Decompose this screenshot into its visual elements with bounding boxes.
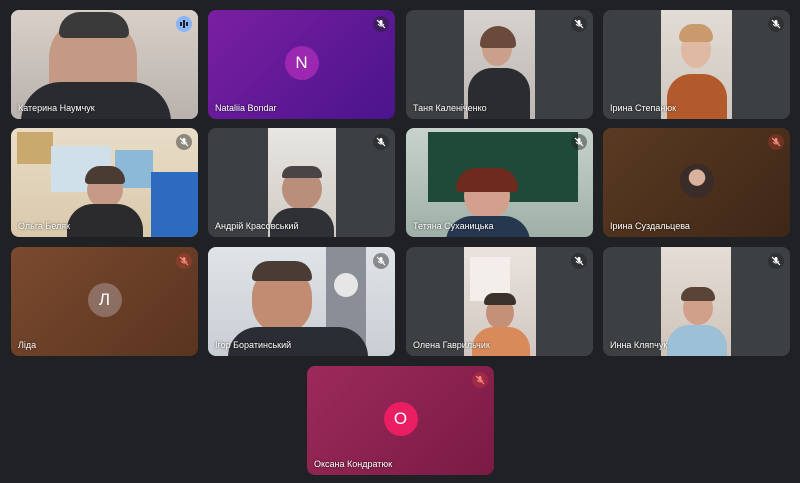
participant-tile[interactable]: Тетяна Суханицька: [406, 128, 593, 237]
avatar: О: [383, 401, 418, 436]
avatar: N: [284, 45, 319, 80]
video-feed: [661, 247, 731, 356]
participant-tile[interactable]: Олена Гаврильчик: [406, 247, 593, 356]
mic-off-icon: [571, 253, 587, 269]
mic-off-icon: [373, 16, 389, 32]
speaking-indicator-icon: [176, 16, 192, 32]
participant-name: Nataliia Bondar: [215, 103, 277, 113]
mic-off-icon: [768, 16, 784, 32]
mic-off-icon: [176, 134, 192, 150]
participant-tile[interactable]: Таня Каленіченко: [406, 10, 593, 119]
participant-name: Ігор Боратинський: [215, 340, 292, 350]
participant-name: Катерина Наумчук: [18, 103, 95, 113]
participant-name: Инна Кляпчук: [610, 340, 668, 350]
participant-name: Ліда: [18, 340, 37, 350]
mic-off-icon: [472, 372, 488, 388]
participant-tile[interactable]: Андрій Красовський: [208, 128, 395, 237]
participant-tile[interactable]: Катерина Наумчук: [11, 10, 198, 119]
participant-tile[interactable]: Ольга Беляк: [11, 128, 198, 237]
participant-name: Оксана Кондратюк: [314, 459, 393, 469]
participant-tile[interactable]: N Nataliia Bondar: [208, 10, 395, 119]
mic-off-icon: [176, 253, 192, 269]
mic-off-icon: [768, 134, 784, 150]
mic-off-icon: [571, 134, 587, 150]
avatar: Л: [87, 282, 122, 317]
avatar-photo: [679, 163, 714, 198]
participant-tile[interactable]: Инна Кляпчук: [603, 247, 790, 356]
participant-tile[interactable]: Л Ліда: [11, 247, 198, 356]
participant-tile[interactable]: Ірина Суздальцева: [603, 128, 790, 237]
mic-off-icon: [571, 16, 587, 32]
participant-tile[interactable]: Ірина Степанюк: [603, 10, 790, 119]
participant-tile[interactable]: О Оксана Кондратюк: [307, 366, 494, 475]
participant-name: Тетяна Суханицька: [413, 221, 494, 231]
participant-name: Олена Гаврильчик: [413, 340, 490, 350]
participant-name: Таня Каленіченко: [413, 103, 487, 113]
participant-name: Ірина Степанюк: [610, 103, 677, 113]
participant-tile[interactable]: Ігор Боратинський: [208, 247, 395, 356]
participant-name: Ірина Суздальцева: [610, 221, 690, 231]
participant-name: Андрій Красовський: [215, 221, 299, 231]
mic-off-icon: [768, 253, 784, 269]
mic-off-icon: [373, 253, 389, 269]
participant-name: Ольга Беляк: [18, 221, 71, 231]
mic-off-icon: [373, 134, 389, 150]
